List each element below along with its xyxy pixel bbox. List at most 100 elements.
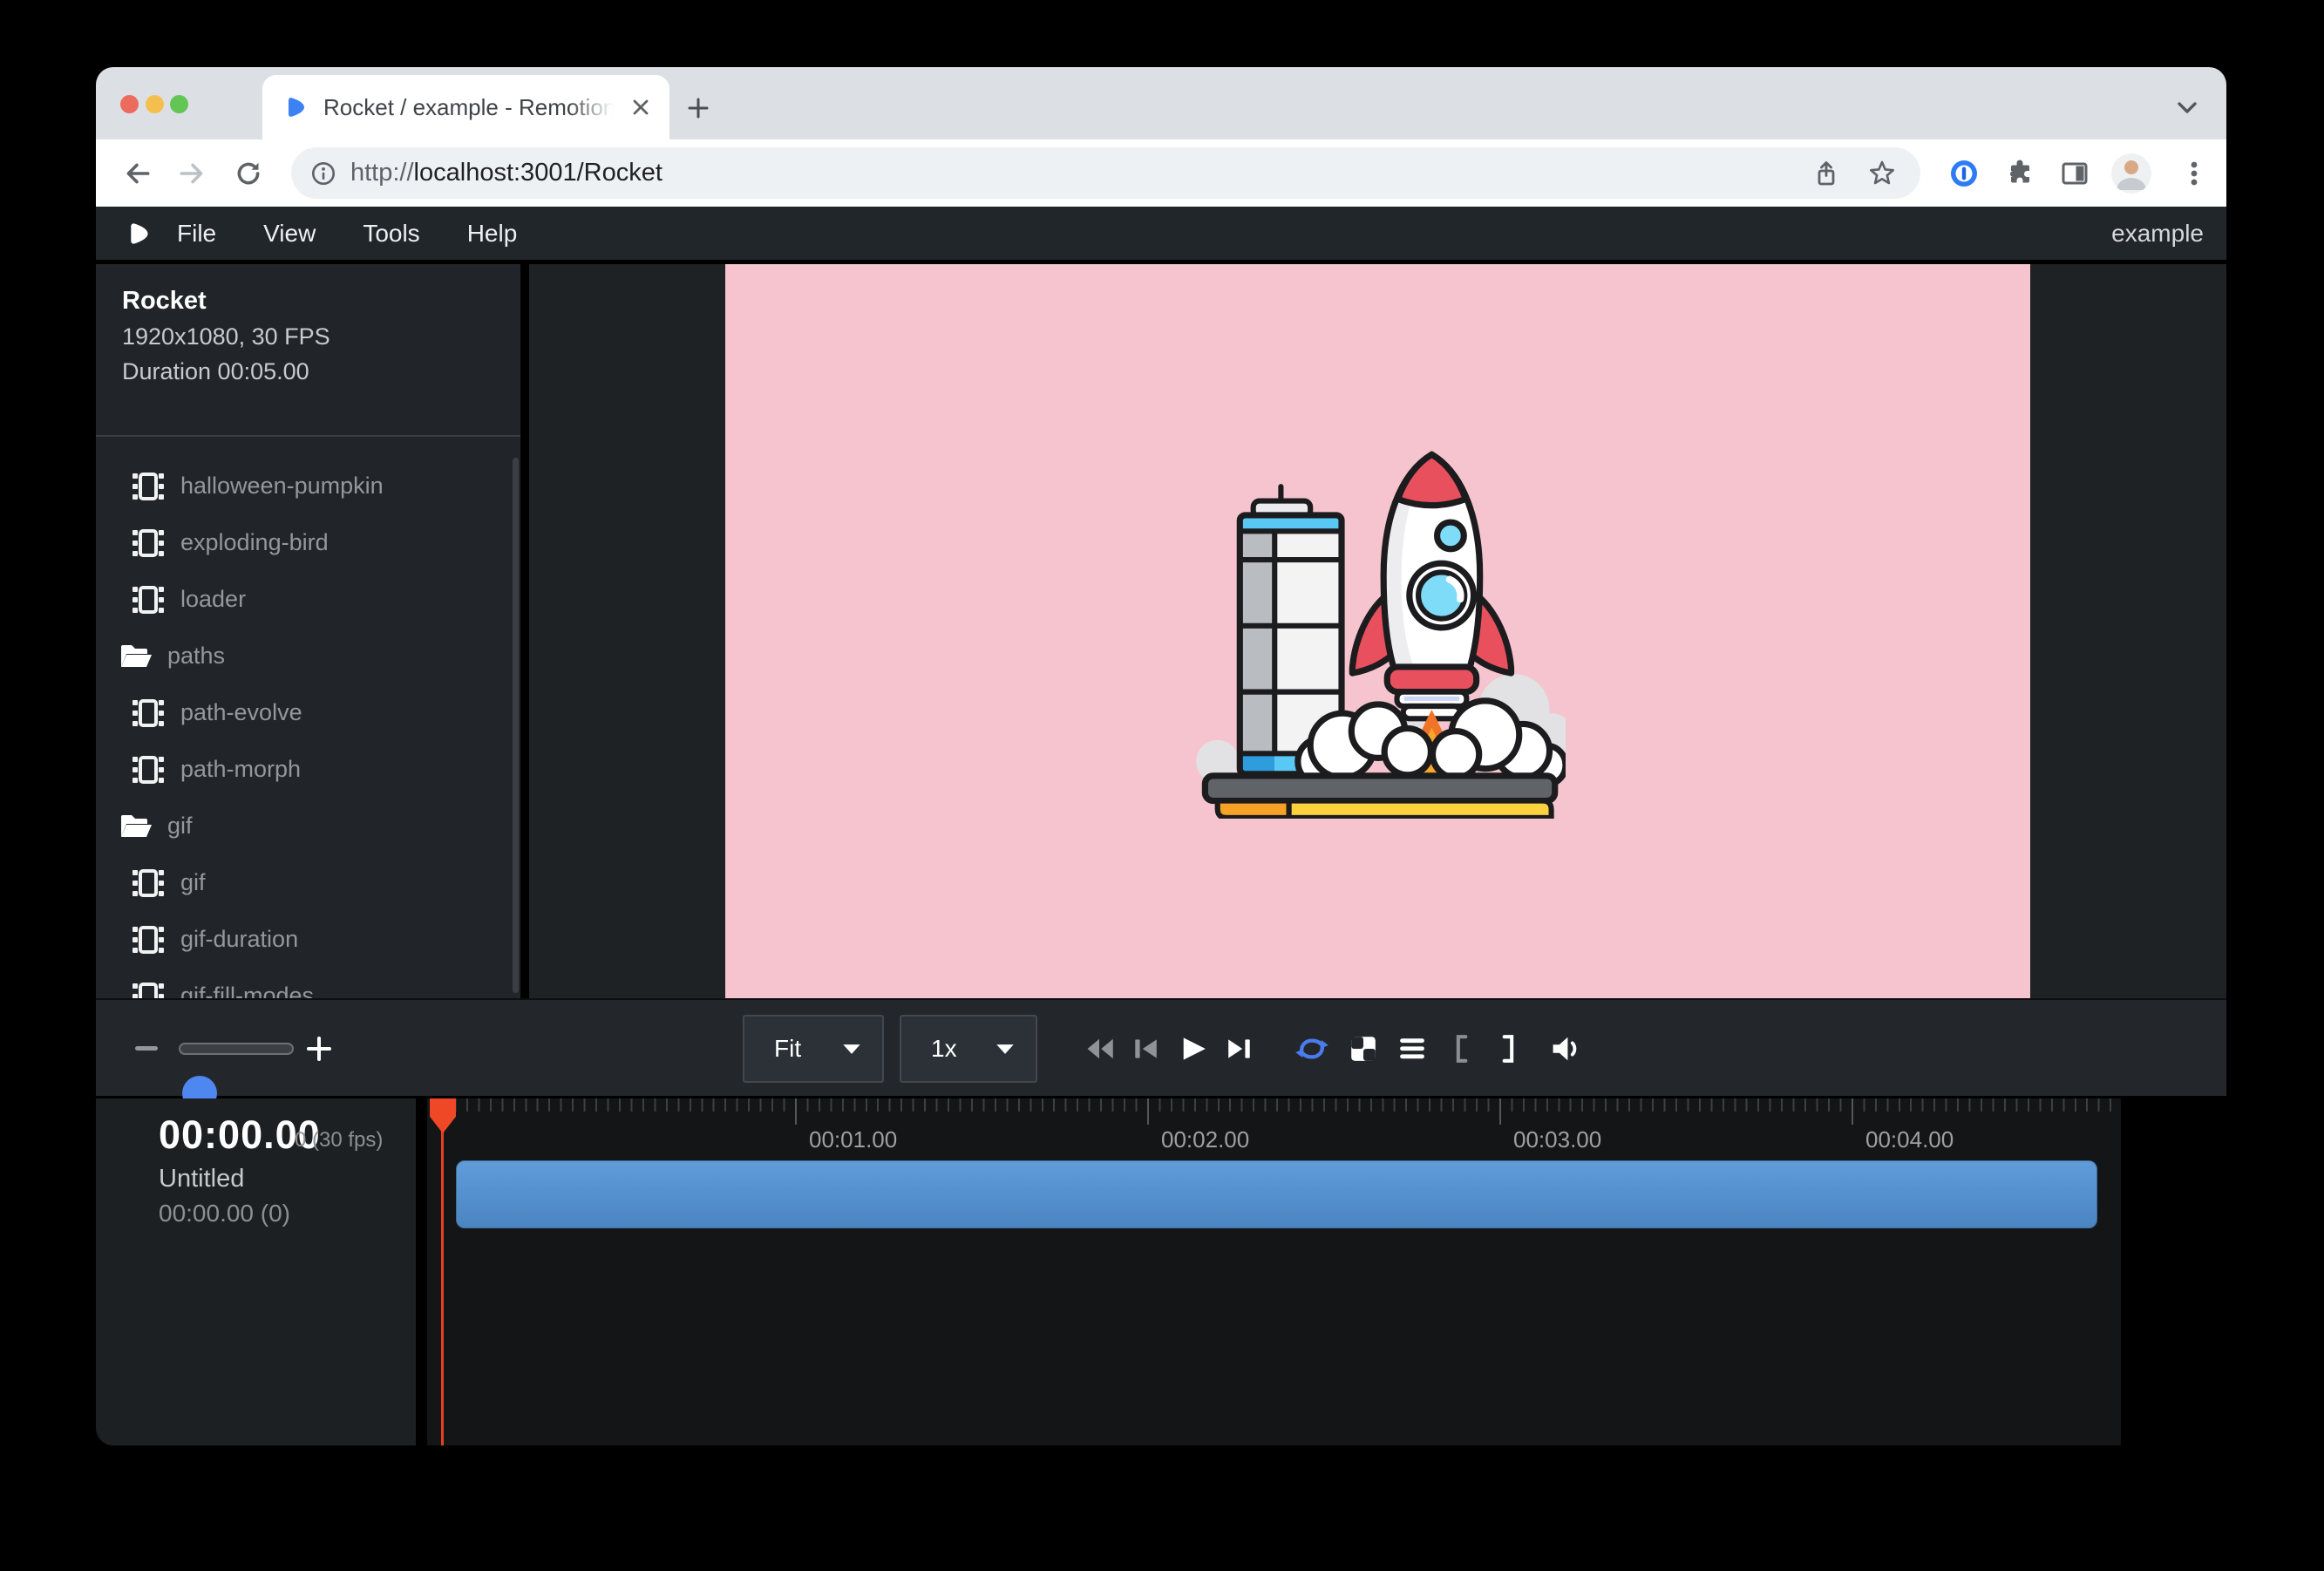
- composition-label: gif-fill-modes: [180, 983, 314, 998]
- folder-label: gif: [167, 813, 193, 840]
- browser-menu-kebab-icon[interactable]: [2179, 159, 2209, 188]
- zoom-out-icon[interactable]: [135, 1046, 158, 1051]
- playback-rate-value: 1x: [931, 1035, 957, 1063]
- menu-tools[interactable]: Tools: [339, 220, 443, 248]
- composition-label: exploding-bird: [180, 529, 329, 556]
- window-minimize-button[interactable]: [146, 95, 164, 113]
- ruler-second-label: 00:03.00: [1513, 1126, 1601, 1153]
- composition-list: halloween-pumpkin exploding-bird: [96, 458, 520, 998]
- zoom-slider[interactable]: [179, 1043, 294, 1055]
- sidebar-item-composition[interactable]: path-morph: [96, 741, 520, 798]
- folder-label: paths: [167, 643, 225, 670]
- in-point-bracket-icon[interactable]: [1454, 1034, 1469, 1064]
- window-close-button[interactable]: [120, 95, 139, 113]
- composition-label: loader: [180, 586, 246, 613]
- menu-file[interactable]: File: [153, 220, 240, 248]
- loop-icon[interactable]: [1295, 1036, 1329, 1063]
- track-name: Untitled: [159, 1165, 244, 1194]
- back-icon[interactable]: [123, 159, 153, 188]
- film-icon: [133, 983, 167, 999]
- browser-tab[interactable]: Rocket / example - Remotion Pr: [262, 75, 669, 139]
- tab-search-chevron-icon[interactable]: [2176, 99, 2198, 118]
- film-icon: [133, 926, 167, 954]
- sidebar-scrollbar[interactable]: [513, 458, 519, 993]
- project-name-label: example: [2111, 220, 2204, 248]
- composition-duration: Duration 00:05.00: [122, 358, 309, 385]
- sidebar-divider: [96, 435, 520, 437]
- browser-window: Rocket / example - Remotion Pr: [96, 67, 2226, 1445]
- current-frame-info: 0 (30 fps): [295, 1128, 383, 1153]
- film-icon: [133, 586, 167, 614]
- play-icon[interactable]: [1179, 1035, 1206, 1063]
- forward-icon[interactable]: [177, 159, 207, 188]
- compositions-sidebar: Rocket 1920x1080, 30 FPS Duration 00:05.…: [96, 264, 520, 998]
- sidebar-item-folder[interactable]: gif: [96, 798, 520, 854]
- film-icon: [133, 756, 167, 784]
- composition-resolution: 1920x1080, 30 FPS: [122, 323, 330, 350]
- playback-rate-select[interactable]: 1x: [900, 1015, 1037, 1083]
- reload-icon[interactable]: [234, 159, 263, 188]
- preview-area: [529, 264, 2226, 998]
- timeline-tracks-icon[interactable]: [1398, 1037, 1426, 1061]
- timeline-overflow-area: [2121, 1098, 2226, 1445]
- playback-controls-bar: Fit 1x: [96, 998, 2226, 1096]
- sidebar-resize-handle[interactable]: [520, 264, 529, 998]
- ruler-frame-ticks: [443, 1098, 2116, 1112]
- track-range: 00:00.00 (0): [159, 1200, 290, 1228]
- remotion-logo-icon[interactable]: [127, 221, 153, 247]
- ruler-second-tick: [1852, 1098, 1853, 1125]
- sidebar-item-composition[interactable]: loader: [96, 571, 520, 628]
- timeline-ruler[interactable]: 00:01.0000:02.0000:03.0000:04.00: [427, 1098, 2121, 1445]
- share-icon[interactable]: [1812, 160, 1840, 187]
- ruler-second-label: 00:02.00: [1161, 1126, 1249, 1153]
- transparency-checkerboard-icon[interactable]: [1349, 1034, 1378, 1064]
- menu-help[interactable]: Help: [444, 220, 541, 248]
- address-bar[interactable]: http://localhost:3001/Rocket: [291, 147, 1920, 199]
- bookmark-star-icon[interactable]: [1868, 160, 1896, 187]
- sidebar-item-composition[interactable]: gif-fill-modes: [96, 968, 520, 998]
- sidebar-item-composition[interactable]: halloween-pumpkin: [96, 458, 520, 514]
- video-canvas: [725, 264, 2030, 998]
- window-zoom-button[interactable]: [170, 95, 188, 113]
- extensions-puzzle-icon[interactable]: [2005, 159, 2035, 188]
- size-select[interactable]: Fit: [743, 1015, 884, 1083]
- sidebar-item-composition[interactable]: gif: [96, 854, 520, 911]
- composition-label: halloween-pumpkin: [180, 473, 384, 500]
- ruler-second-tick: [795, 1098, 797, 1125]
- zoom-in-icon[interactable]: [307, 1037, 331, 1061]
- open-folder-icon: [119, 643, 153, 670]
- playhead-marker[interactable]: [430, 1098, 456, 1133]
- sidebar-item-composition[interactable]: gif-duration: [96, 911, 520, 968]
- site-info-icon[interactable]: [310, 160, 336, 187]
- timeline-sequence-bar[interactable]: [456, 1160, 2097, 1228]
- chevron-down-icon: [996, 1043, 1015, 1055]
- sidebar-item-folder[interactable]: paths: [96, 628, 520, 684]
- sidebar-item-composition[interactable]: path-evolve: [96, 684, 520, 741]
- film-icon: [133, 699, 167, 727]
- ruler-second-tick: [1147, 1098, 1149, 1125]
- tab-close-icon[interactable]: [629, 96, 652, 119]
- onepassword-extension-icon[interactable]: [1949, 159, 1979, 188]
- main-area: Rocket 1920x1080, 30 FPS Duration 00:05.…: [96, 264, 2226, 998]
- tab-title: Rocket / example - Remotion Pr: [323, 94, 622, 121]
- omnibox-actions: [1812, 160, 1896, 187]
- film-icon: [133, 473, 167, 500]
- timeline-panel-divider: [416, 1098, 427, 1445]
- jump-to-start-icon[interactable]: [1084, 1037, 1115, 1061]
- film-icon: [133, 869, 167, 897]
- menu-view[interactable]: View: [240, 220, 339, 248]
- chevron-down-icon: [842, 1043, 861, 1055]
- side-panel-icon[interactable]: [2060, 159, 2090, 188]
- composition-label: path-evolve: [180, 699, 302, 726]
- volume-icon[interactable]: [1550, 1033, 1581, 1064]
- composition-label: path-morph: [180, 756, 301, 783]
- out-point-bracket-icon[interactable]: [1502, 1034, 1517, 1064]
- new-tab-button[interactable]: [685, 95, 711, 121]
- tab-strip: Rocket / example - Remotion Pr: [96, 67, 2226, 139]
- sidebar-item-composition[interactable]: exploding-bird: [96, 514, 520, 571]
- timeline-panel: 00:00.00 0 (30 fps) Untitled 00:00.00 (0…: [96, 1096, 2226, 1445]
- next-frame-icon[interactable]: [1226, 1037, 1254, 1060]
- previous-frame-icon[interactable]: [1131, 1037, 1159, 1060]
- ruler-second-tick: [1499, 1098, 1501, 1125]
- profile-avatar[interactable]: [2111, 153, 2151, 194]
